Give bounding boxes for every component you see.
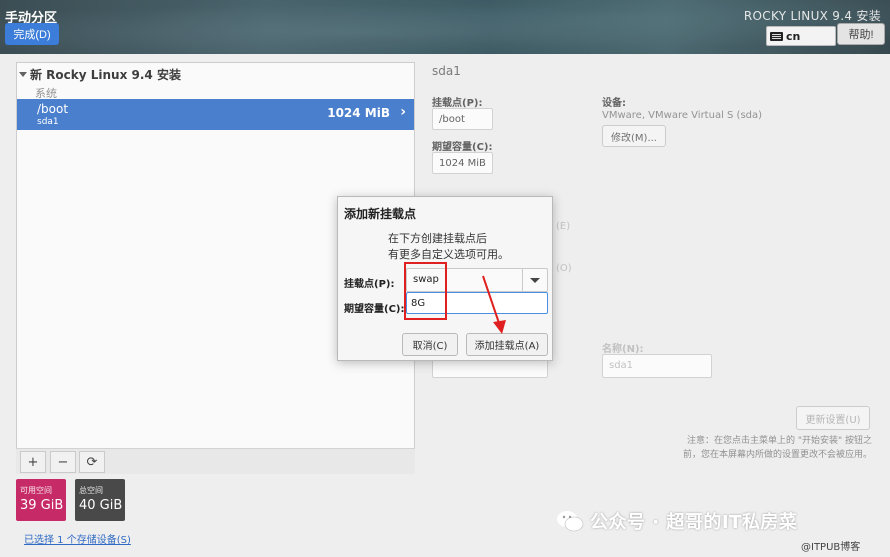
dropdown-arrow-icon[interactable] [530, 278, 540, 283]
watermark-site: @ITPUB博客 [801, 542, 861, 553]
help-button[interactable]: 帮助! [837, 23, 885, 45]
cancel-button[interactable]: 取消(C) [402, 333, 458, 356]
done-button[interactable]: 完成(D) [5, 23, 59, 45]
dialog-message-line2: 有更多自定义选项可用。 [388, 248, 509, 261]
dialog-title: 添加新挂载点 [344, 207, 417, 221]
dialog-mount-point-label: 挂载点(P): [344, 279, 395, 290]
keyboard-layout-indicator[interactable]: cn [766, 26, 836, 46]
keyboard-icon [770, 31, 783, 41]
wechat-logo-icon [557, 511, 584, 532]
annotation-arrow-icon [482, 275, 506, 334]
dialog-capacity-label: 期望容量(C): [344, 304, 405, 315]
product-title: ROCKY LINUX 9.4 安装 [743, 9, 881, 23]
combo-separator [522, 269, 523, 291]
keyboard-layout-label: cn [786, 29, 801, 43]
highlight-box [404, 262, 447, 320]
dialog-message-line1: 在下方创建挂载点后 [388, 232, 487, 245]
watermark-text: 公众号 · 超哥的IT私房菜 [590, 512, 798, 533]
